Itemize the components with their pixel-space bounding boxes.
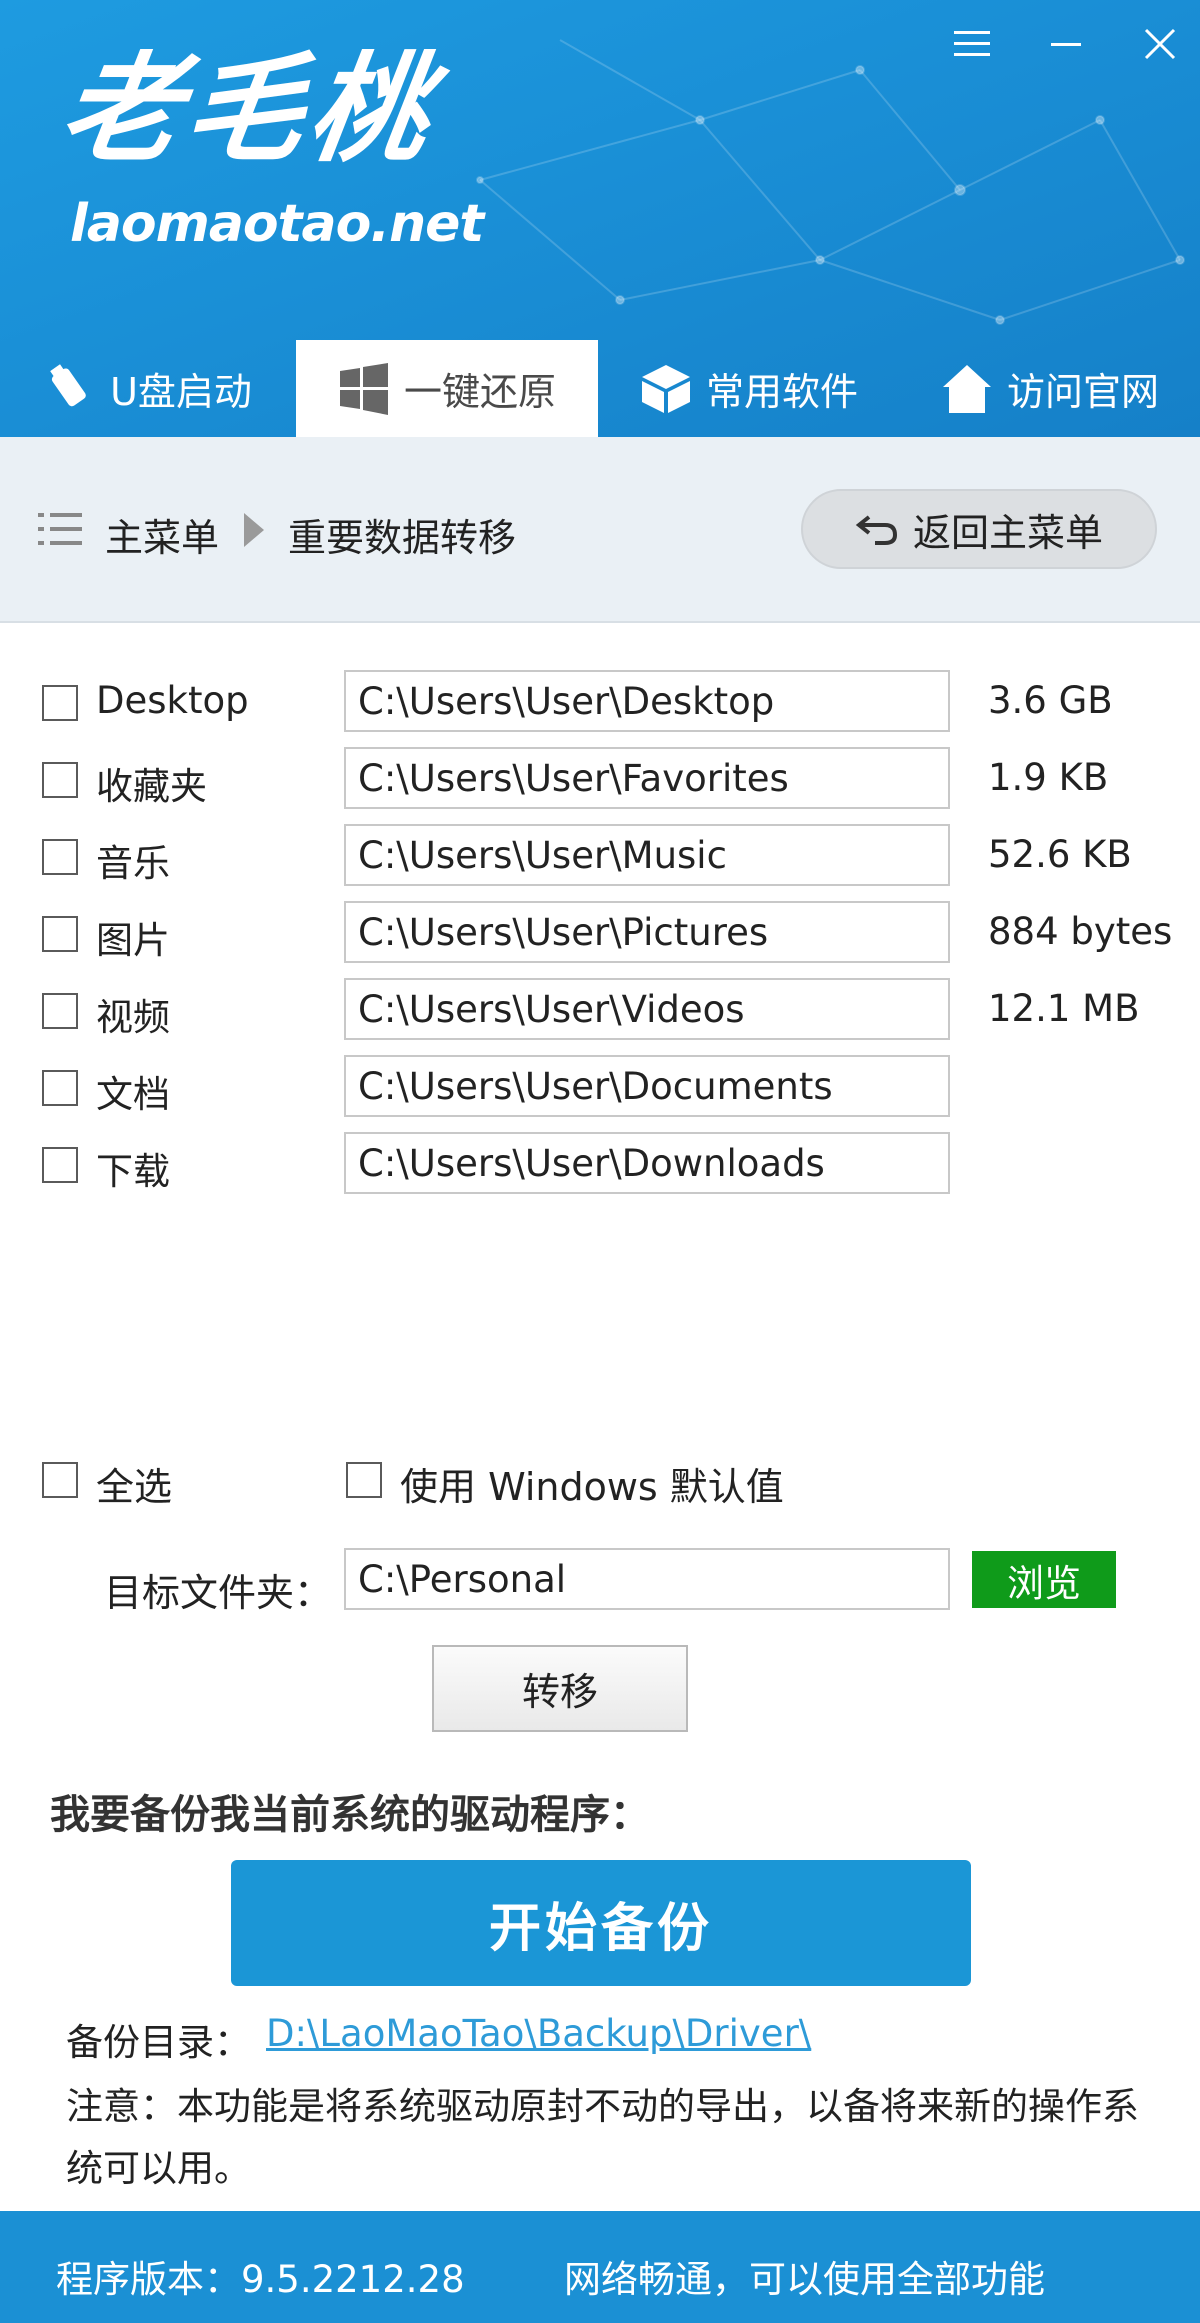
tab-label: 一键还原 <box>403 370 556 414</box>
use-windows-default-label: 使用 Windows 默认值 <box>400 1465 784 1509</box>
tab-label: 常用软件 <box>705 370 858 414</box>
folder-checkbox[interactable] <box>42 685 78 721</box>
usb-icon <box>44 363 96 415</box>
folder-checkbox[interactable] <box>42 839 78 875</box>
minimize-icon <box>1051 43 1081 46</box>
logo-chinese: 老毛桃 <box>52 39 444 178</box>
folder-row-downloads: 下载 C:\Users\User\Downloads <box>0 1129 1200 1199</box>
breadcrumb: 主菜单 重要数据转移 返回主菜单 <box>0 437 1200 623</box>
logo-domain: laomaotao.net <box>70 194 484 254</box>
folder-label: 图片 <box>96 919 170 962</box>
menu-list-icon <box>38 513 82 545</box>
folder-path-field[interactable]: C:\Users\User\Favorites <box>344 747 950 809</box>
driver-backup-title: 我要备份我当前系统的驱动程序： <box>50 1792 650 1838</box>
folder-path-field[interactable]: C:\Users\User\Videos <box>344 978 950 1040</box>
home-icon <box>941 363 993 415</box>
backup-dir-label: 备份目录： <box>66 2021 251 2064</box>
tab-one-key-restore[interactable]: 一键还原 <box>296 340 598 437</box>
app-header: 老毛桃 laomaotao.net U盘启动 一键还原 常用软件 访问官网 <box>0 0 1200 437</box>
folder-path-field[interactable]: C:\Users\User\Downloads <box>344 1132 950 1194</box>
tab-usb-boot[interactable]: U盘启动 <box>0 340 296 437</box>
select-all-checkbox[interactable] <box>42 1462 78 1498</box>
folder-path-field[interactable]: C:\Users\User\Desktop <box>344 670 950 732</box>
folder-label: 音乐 <box>96 842 170 885</box>
box-icon <box>640 363 692 415</box>
main-tabs: U盘启动 一键还原 常用软件 访问官网 <box>0 340 1200 437</box>
tab-common-software[interactable]: 常用软件 <box>598 340 900 437</box>
folder-size: 52.6 KB <box>988 833 1132 876</box>
breadcrumb-current: 重要数据转移 <box>288 516 517 560</box>
folder-label: 下载 <box>96 1150 170 1193</box>
network-status: 网络畅通，可以使用全部功能 <box>564 2258 1045 2301</box>
select-all-label: 全选 <box>96 1465 173 1509</box>
folder-row-videos: 视频 C:\Users\User\Videos 12.1 MB <box>0 975 1200 1045</box>
folder-row-documents: 文档 C:\Users\User\Documents <box>0 1052 1200 1122</box>
breadcrumb-home[interactable]: 主菜单 <box>105 507 219 562</box>
back-to-main-menu-button[interactable]: 返回主菜单 <box>801 489 1157 569</box>
folder-checkbox[interactable] <box>42 762 78 798</box>
target-folder-label: 目标文件夹： <box>104 1571 333 1615</box>
target-folder-field[interactable]: C:\Personal <box>344 1548 950 1610</box>
close-icon <box>1144 28 1176 60</box>
browse-button[interactable]: 浏览 <box>972 1551 1116 1608</box>
move-button[interactable]: 转移 <box>432 1645 688 1732</box>
folder-label: 收藏夹 <box>96 765 207 808</box>
program-version: 程序版本：9.5.2212.28 <box>56 2258 465 2301</box>
folder-path-field[interactable]: C:\Users\User\Documents <box>344 1055 950 1117</box>
back-button-label: 返回主菜单 <box>912 510 1103 555</box>
start-backup-button[interactable]: 开始备份 <box>231 1860 971 1986</box>
breadcrumb-arrow-icon <box>244 513 264 547</box>
windows-icon <box>338 362 390 415</box>
close-button[interactable] <box>1130 14 1190 74</box>
folder-label: 视频 <box>96 996 170 1039</box>
backup-dir-link[interactable]: D:\LaoMaoTao\Backup\Driver\ <box>266 2012 811 2055</box>
tab-label: 访问官网 <box>1006 370 1159 414</box>
folder-size: 3.6 GB <box>988 679 1113 722</box>
folder-size: 884 bytes <box>988 910 1173 953</box>
folder-checkbox[interactable] <box>42 993 78 1029</box>
tab-label: U盘启动 <box>110 370 252 414</box>
minimize-button[interactable] <box>1036 14 1096 74</box>
use-windows-default-checkbox[interactable] <box>346 1462 382 1498</box>
folder-label: 文档 <box>96 1073 170 1116</box>
folder-row-pictures: 图片 C:\Users\User\Pictures 884 bytes <box>0 898 1200 968</box>
return-arrow-icon <box>855 515 897 545</box>
backup-note: 注意：本功能是将系统驱动原封不动的导出，以备将来新的操作系统可以用。 <box>66 2085 1139 2190</box>
folder-label: Desktop <box>96 679 249 722</box>
folder-size: 1.9 KB <box>988 756 1109 799</box>
folder-row-favorites: 收藏夹 C:\Users\User\Favorites 1.9 KB <box>0 744 1200 814</box>
hamburger-icon <box>954 31 990 56</box>
tab-official-site[interactable]: 访问官网 <box>900 340 1200 437</box>
folder-checkbox[interactable] <box>42 1070 78 1106</box>
folder-path-field[interactable]: C:\Users\User\Pictures <box>344 901 950 963</box>
folder-checkbox[interactable] <box>42 1147 78 1183</box>
folder-row-music: 音乐 C:\Users\User\Music 52.6 KB <box>0 821 1200 891</box>
folder-size: 12.1 MB <box>988 987 1140 1030</box>
folder-row-desktop: Desktop C:\Users\User\Desktop 3.6 GB <box>0 667 1200 737</box>
menu-button[interactable] <box>942 14 1002 74</box>
status-bar: 程序版本：9.5.2212.28 网络畅通，可以使用全部功能 <box>0 2211 1200 2323</box>
folder-checkbox[interactable] <box>42 916 78 952</box>
folder-path-field[interactable]: C:\Users\User\Music <box>344 824 950 886</box>
